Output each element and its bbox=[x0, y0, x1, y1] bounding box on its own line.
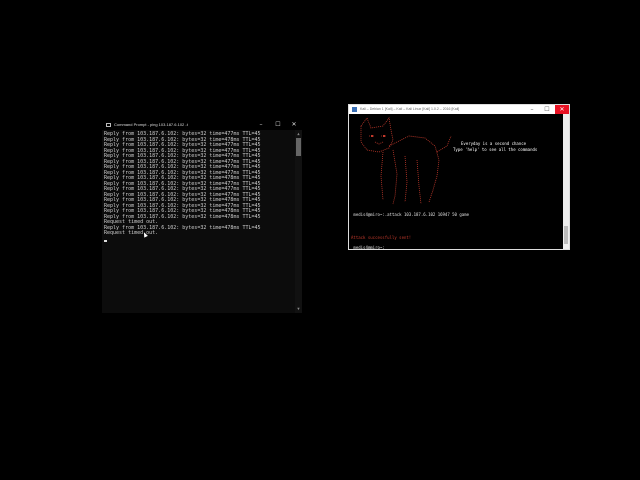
scroll-down-arrow-icon[interactable]: ▼ bbox=[296, 307, 301, 311]
cmd-window-icon bbox=[106, 123, 111, 127]
scroll-thumb[interactable] bbox=[296, 138, 301, 156]
prompt-idle-line[interactable]: medis4@miro~:_ bbox=[351, 245, 387, 250]
minimize-button[interactable]: – bbox=[254, 120, 268, 130]
cursor-line bbox=[104, 237, 294, 242]
cmd-window-title: Command Prompt - ping 103.187.6.102 -t bbox=[114, 122, 188, 127]
maximize-button[interactable]: ☐ bbox=[271, 120, 285, 130]
ascii-cat-art bbox=[360, 117, 452, 205]
cmd-output[interactable]: Reply from 103.187.6.102: bytes=32 time=… bbox=[104, 131, 294, 312]
terminal-output[interactable]: Everyday is a second chance Type 'help' … bbox=[349, 114, 563, 250]
banner-line: Type 'help' to see all the commands bbox=[453, 147, 538, 152]
text-cursor bbox=[104, 240, 107, 242]
cmd-scrollbar[interactable]: ▲ ▼ bbox=[295, 130, 302, 313]
terminal-window-title: Kali – Debian 1 [Kali] – Kali – Kali Lin… bbox=[360, 107, 460, 111]
close-button[interactable]: ✕ bbox=[287, 120, 301, 130]
status-message: Attack successfully sent! bbox=[351, 235, 412, 240]
terminal-scrollbar[interactable] bbox=[563, 114, 569, 249]
terminal-window[interactable]: Kali – Debian 1 [Kali] – Kali – Kali Lin… bbox=[348, 104, 570, 250]
maximize-button[interactable]: ☐ bbox=[540, 105, 554, 114]
banner-line: Everyday is a second chance bbox=[461, 141, 527, 146]
minimize-button[interactable]: – bbox=[525, 105, 539, 114]
scroll-thumb[interactable] bbox=[564, 226, 568, 244]
close-button[interactable]: ✕ bbox=[555, 105, 569, 114]
command-prompt-window[interactable]: Command Prompt - ping 103.187.6.102 -t –… bbox=[102, 120, 302, 313]
cmd-titlebar[interactable]: Command Prompt - ping 103.187.6.102 -t –… bbox=[102, 120, 302, 130]
prompt-command-line: medis4@miro~:.attack 103.187.6.102 16947… bbox=[351, 212, 470, 217]
terminal-titlebar[interactable]: Kali – Debian 1 [Kali] – Kali – Kali Lin… bbox=[349, 105, 569, 114]
scroll-up-arrow-icon[interactable]: ▲ bbox=[296, 132, 301, 136]
terminal-app-icon bbox=[352, 107, 357, 112]
